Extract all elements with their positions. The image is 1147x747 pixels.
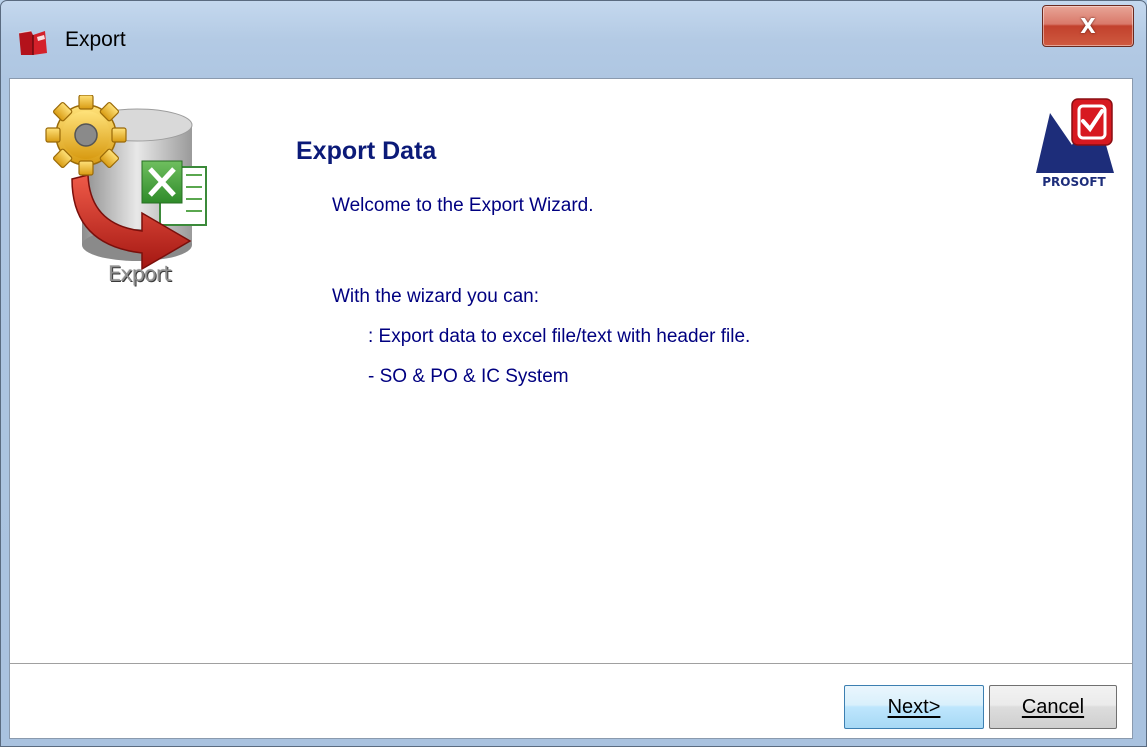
feature-item: : Export data to excel file/text with he… <box>368 326 751 347</box>
next-button-label: Next> <box>887 695 941 718</box>
export-caption: Export <box>108 262 172 286</box>
cancel-button-label: Cancel <box>1021 695 1085 718</box>
welcome-text: Welcome to the Export Wizard. <box>332 195 594 216</box>
next-button[interactable]: Next> <box>844 685 984 729</box>
capabilities-label: With the wizard you can: <box>332 286 539 307</box>
prosoft-emblem-icon <box>1036 98 1114 173</box>
cancel-button[interactable]: Cancel <box>989 685 1117 729</box>
export-window: Export X Export PROSOFT Export Data Welc… <box>0 0 1147 747</box>
footer-divider <box>10 663 1132 665</box>
close-button[interactable]: X <box>1042 5 1134 47</box>
feature-item: - SO & PO & IC System <box>368 366 569 387</box>
page-title: Export Data <box>296 137 437 165</box>
prosoft-logo: PROSOFT <box>1028 95 1120 191</box>
export-book-icon <box>18 30 47 55</box>
window-title: Export <box>65 28 126 51</box>
wizard-content: Export PROSOFT Export Data Welcome to th… <box>9 78 1133 739</box>
title-bar[interactable]: Export X <box>1 1 1146 79</box>
close-icon: X <box>1080 14 1096 38</box>
logo-text: PROSOFT <box>1042 175 1106 189</box>
